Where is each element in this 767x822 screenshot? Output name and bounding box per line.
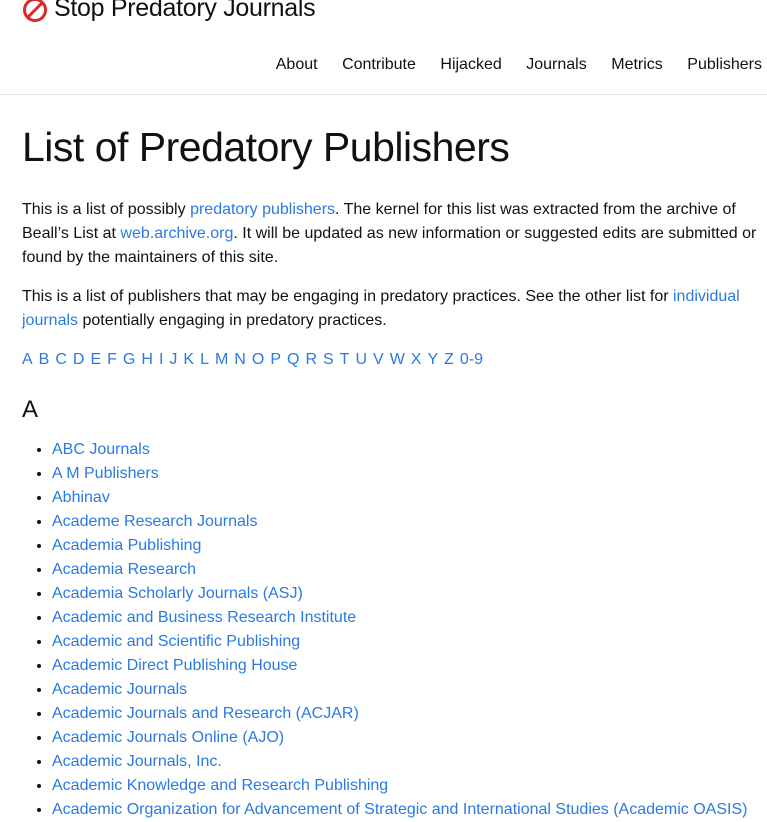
publisher-link[interactable]: A M Publishers — [52, 465, 159, 482]
alphabet-link-y[interactable]: Y — [427, 351, 438, 368]
list-item: Academic Knowledge and Research Publishi… — [52, 774, 762, 798]
nav-contribute-link[interactable]: Contribute — [342, 56, 416, 74]
alphabet-link-0-9[interactable]: 0-9 — [460, 351, 483, 368]
alphabet-link-j[interactable]: J — [169, 351, 177, 368]
page-title: List of Predatory Publishers — [22, 124, 510, 170]
publisher-list: ABC Journals A M Publishers Abhinav Academe… — [22, 438, 762, 822]
nav-publishers-link[interactable]: Publishers — [687, 56, 762, 74]
alphabet-link-d[interactable]: D — [73, 351, 85, 368]
site-title[interactable]: Stop Predatory Journals — [22, 0, 316, 23]
prohibited-sign-icon — [22, 0, 48, 23]
list-item: Academia Scholarly Journals (ASJ) — [52, 582, 762, 606]
publisher-link[interactable]: Academic and Business Research Institute — [52, 609, 356, 626]
list-item: Academia Publishing — [52, 534, 762, 558]
alphabet-nav: A B C D E F G H I J K L M N O P Q R S T U V W X Y Z 0-9 — [22, 348, 762, 372]
publisher-link[interactable]: Academia Scholarly Journals (ASJ) — [52, 585, 303, 602]
alphabet-link-w[interactable]: W — [390, 351, 405, 368]
alphabet-link-q[interactable]: Q — [287, 351, 299, 368]
list-item: Abhinav — [52, 486, 762, 510]
publisher-link[interactable]: ABC Journals — [52, 441, 150, 458]
publisher-link[interactable]: Academic Direct Publishing House — [52, 657, 297, 674]
nav-journals-link[interactable]: Journals — [526, 56, 586, 74]
publisher-link[interactable]: Academia Publishing — [52, 537, 201, 554]
publisher-link[interactable]: Abhinav — [52, 489, 110, 506]
alphabet-link-g[interactable]: G — [123, 351, 135, 368]
publisher-link[interactable]: Academic Journals — [52, 681, 187, 698]
alphabet-link-x[interactable]: X — [411, 351, 422, 368]
main-content: List of Predatory Publishers This is a l… — [22, 122, 762, 822]
alphabet-link-a[interactable]: A — [22, 351, 33, 368]
nav-about-link[interactable]: About — [276, 56, 318, 74]
intro1-text-1: This is a list of possibly — [22, 201, 191, 218]
alphabet-link-v[interactable]: V — [373, 351, 384, 368]
intro2-text-2: potentially engaging in predatory practi… — [78, 312, 387, 329]
list-item: Academic Journals Online (AJO) — [52, 726, 762, 750]
alphabet-link-c[interactable]: C — [55, 351, 67, 368]
alphabet-link-u[interactable]: U — [355, 351, 367, 368]
alphabet-link-i[interactable]: I — [159, 351, 163, 368]
publisher-link[interactable]: Academic Organization for Advancement of… — [52, 801, 747, 818]
nav-metrics-link[interactable]: Metrics — [611, 56, 663, 74]
alphabet-link-e[interactable]: E — [90, 351, 101, 368]
publisher-link[interactable]: Academe Research Journals — [52, 513, 257, 530]
intro2-text-1: This is a list of publishers that may be… — [22, 288, 673, 305]
publisher-link[interactable]: Academic Journals and Research (ACJAR) — [52, 705, 359, 722]
list-item: Academic Journals — [52, 678, 762, 702]
list-item: Academia Research — [52, 558, 762, 582]
alphabet-link-z[interactable]: Z — [444, 351, 454, 368]
publisher-link[interactable]: Academic Journals Online (AJO) — [52, 729, 284, 746]
list-item: Academe Research Journals — [52, 510, 762, 534]
alphabet-link-l[interactable]: L — [200, 351, 209, 368]
alphabet-link-p[interactable]: P — [270, 351, 281, 368]
header-divider — [0, 94, 767, 95]
publisher-link[interactable]: Academia Research — [52, 561, 196, 578]
alphabet-link-o[interactable]: O — [252, 351, 264, 368]
site-title-text: Stop Predatory Journals — [54, 0, 316, 22]
list-item: Academic Journals and Research (ACJAR) — [52, 702, 762, 726]
main-nav: About Contribute Hijacked Journals Metri… — [251, 56, 762, 74]
nav-hijacked-link[interactable]: Hijacked — [440, 56, 501, 74]
intro-paragraph-2: This is a list of publishers that may be… — [22, 285, 762, 333]
alphabet-link-n[interactable]: N — [234, 351, 246, 368]
alphabet-link-k[interactable]: K — [183, 351, 194, 368]
list-item: Academic and Business Research Institute — [52, 606, 762, 630]
publisher-link[interactable]: Academic and Scientific Publishing — [52, 633, 300, 650]
alphabet-link-r[interactable]: R — [305, 351, 317, 368]
publisher-link[interactable]: Academic Journals, Inc. — [52, 753, 222, 770]
list-item: A M Publishers — [52, 462, 762, 486]
alphabet-link-h[interactable]: H — [141, 351, 153, 368]
alphabet-link-s[interactable]: S — [323, 351, 334, 368]
section-heading-a: A — [22, 396, 39, 423]
list-item: ABC Journals — [52, 438, 762, 462]
alphabet-link-b[interactable]: B — [39, 351, 50, 368]
alphabet-link-t[interactable]: T — [340, 351, 350, 368]
intro-paragraph-1: This is a list of possibly predatory pub… — [22, 198, 762, 270]
predatory-publishers-link[interactable]: predatory publishers — [190, 201, 335, 218]
alphabet-link-m[interactable]: M — [215, 351, 228, 368]
publisher-link[interactable]: Academic Knowledge and Research Publishi… — [52, 777, 388, 794]
web-archive-link[interactable]: web.archive.org — [120, 225, 233, 242]
list-item: Academic Direct Publishing House — [52, 654, 762, 678]
list-item: Academic Organization for Advancement of… — [52, 798, 762, 822]
list-item: Academic Journals, Inc. — [52, 750, 762, 774]
list-item: Academic and Scientific Publishing — [52, 630, 762, 654]
alphabet-link-f[interactable]: F — [107, 351, 117, 368]
